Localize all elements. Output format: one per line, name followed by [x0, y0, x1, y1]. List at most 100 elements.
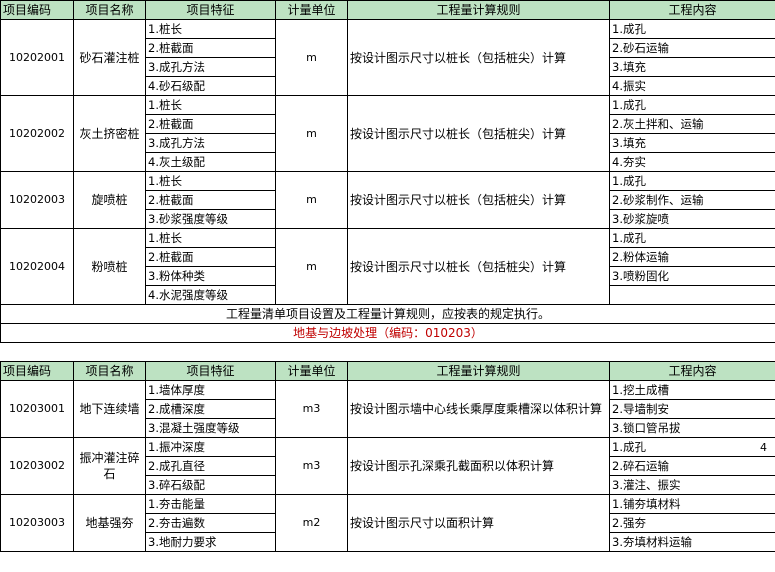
feature-cell: 3.成孔方法: [145, 133, 276, 153]
content-cell: 3.灌注、振实: [609, 475, 775, 495]
table-row: 10202003 旋喷桩 1.桩长 m 按设计图示尺寸以桩长（包括桩尖）计算 1.成孔: [0, 171, 775, 229]
content-cell: 1.挖土成槽: [609, 380, 775, 400]
content-cell: 1.成孔: [609, 437, 775, 457]
content-cell: 1.成孔: [609, 171, 775, 191]
item-code: 10202001: [0, 19, 74, 96]
table-row: 10203001 地下连续墙 1.墙体厚度 m3 按设计图示墙中心线长乘厚度乘槽深以体积…: [0, 380, 775, 438]
column-header: 工程量计算规则: [347, 361, 610, 381]
measure-unit: m3: [275, 380, 348, 438]
feature-cell: 1.墙体厚度: [145, 380, 276, 400]
table-row: 10202002 灰土挤密桩 1.桩长 m 按设计图示尺寸以桩长（包括桩尖）计算 1.成孔: [0, 95, 775, 172]
content-cell: 3.锁口管吊拔: [609, 418, 775, 438]
content-cell: 4.振实: [609, 76, 775, 96]
feature-cell: 3.砂浆强度等级: [145, 209, 276, 229]
feature-cell: 4.砂石级配: [145, 76, 276, 96]
feature-cell: 3.粉体种类: [145, 266, 276, 286]
table-row: 10203003 地基强夯 1.夯击能量 m2 按设计图示尺寸以面积计算 1.铺夯填材料: [0, 494, 775, 552]
content-cell: 2.砂浆制作、运输: [609, 190, 775, 210]
content-cell: 4.夯实: [609, 152, 775, 172]
feature-cell: 2.夯击遍数: [145, 513, 276, 533]
feature-cell: 2.桩截面: [145, 190, 276, 210]
content-cell: 1.成孔: [609, 228, 775, 248]
column-header: 工程内容: [609, 0, 775, 20]
item-name: 旋喷桩: [73, 171, 146, 229]
content-cell: 2.砂石运输: [609, 38, 775, 58]
content-cell: 2.粉体运输: [609, 247, 775, 267]
column-header: 项目编码: [0, 0, 74, 20]
measure-unit: m3: [275, 437, 348, 495]
item-code: 10202002: [0, 95, 74, 172]
calc-rule: 按设计图示尺寸以桩长（包括桩尖）计算: [347, 19, 610, 96]
item-code: 10202003: [0, 171, 74, 229]
feature-cell: 1.振冲深度: [145, 437, 276, 457]
blank-cell: [0, 342, 775, 362]
section-row: 地基与边坡处理（编码：010203）: [0, 323, 775, 343]
column-header: 工程量计算规则: [347, 0, 610, 20]
page-number: 4: [760, 441, 767, 454]
feature-cell: 1.夯击能量: [145, 494, 276, 514]
column-header: 计量单位: [275, 0, 348, 20]
feature-cell: 2.桩截面: [145, 38, 276, 58]
measure-unit: m: [275, 95, 348, 172]
calc-rule: 按设计图示尺寸以面积计算: [347, 494, 610, 552]
feature-cell: 4.水泥强度等级: [145, 285, 276, 305]
engineering-quantity-table: 项目编码 项目名称 项目特征 计量单位 工程量计算规则 工程内容 10202001 砂石灌注桩…: [0, 0, 775, 552]
note-text: 工程量清单项目设置及工程量计算规则，应按表的规定执行。: [0, 304, 775, 324]
content-cell: 2.强夯: [609, 513, 775, 533]
column-header: 项目特征: [145, 0, 276, 20]
item-name: 振冲灌注碎石: [73, 437, 146, 495]
column-header: 工程内容: [609, 361, 775, 381]
blank-row: [0, 342, 775, 362]
feature-cell: 4.灰土级配: [145, 152, 276, 172]
measure-unit: m2: [275, 494, 348, 552]
measure-unit: m: [275, 19, 348, 96]
item-name: 砂石灌注桩: [73, 19, 146, 96]
feature-cell: 1.桩长: [145, 171, 276, 191]
feature-cell: 3.地耐力要求: [145, 532, 276, 552]
feature-cell: 3.碎石级配: [145, 475, 276, 495]
column-header: 计量单位: [275, 361, 348, 381]
item-code: 10203003: [0, 494, 74, 552]
column-header: 项目编码: [0, 361, 74, 381]
content-cell: 3.填充: [609, 133, 775, 153]
item-name: 粉喷桩: [73, 228, 146, 305]
content-cell: 3.填充: [609, 57, 775, 77]
table-row: 10203002 振冲灌注碎石 1.振冲深度 m3 按设计图示孔深乘孔截面积以体积计算 1…: [0, 437, 775, 495]
table-row: 10202004 粉喷桩 1.桩长 m 按设计图示尺寸以桩长（包括桩尖）计算 1.成孔: [0, 228, 775, 305]
calc-rule: 按设计图示尺寸以桩长（包括桩尖）计算: [347, 228, 610, 305]
content-cell: 1.成孔: [609, 95, 775, 115]
content-cell: 2.导墙制安: [609, 399, 775, 419]
item-name: 灰土挤密桩: [73, 95, 146, 172]
calc-rule: 按设计图示尺寸以桩长（包括桩尖）计算: [347, 95, 610, 172]
column-header: 项目名称: [73, 361, 146, 381]
item-code: 10203002: [0, 437, 74, 495]
table-row: 10202001 砂石灌注桩 1.桩长 m 按设计图示尺寸以桩长（包括桩尖）计算 1.成孔: [0, 19, 775, 96]
content-cell: 2.碎石运输: [609, 456, 775, 476]
content-cell: 3.砂浆旋喷: [609, 209, 775, 229]
measure-unit: m: [275, 171, 348, 229]
column-header: 项目特征: [145, 361, 276, 381]
feature-cell: 1.桩长: [145, 228, 276, 248]
calc-rule: 按设计图示墙中心线长乘厚度乘槽深以体积计算: [347, 380, 610, 438]
content-cell: 3.喷粉固化: [609, 266, 775, 286]
calc-rule: 按设计图示孔深乘孔截面积以体积计算: [347, 437, 610, 495]
content-cell: [609, 285, 775, 305]
note-row: 工程量清单项目设置及工程量计算规则，应按表的规定执行。: [0, 304, 775, 324]
feature-cell: 1.桩长: [145, 19, 276, 39]
content-cell: 1.成孔: [609, 19, 775, 39]
feature-cell: 2.成槽深度: [145, 399, 276, 419]
header-row: 项目编码 项目名称 项目特征 计量单位 工程量计算规则 工程内容: [0, 361, 775, 381]
feature-cell: 2.桩截面: [145, 114, 276, 134]
column-header: 项目名称: [73, 0, 146, 20]
content-cell: 1.铺夯填材料: [609, 494, 775, 514]
calc-rule: 按设计图示尺寸以桩长（包括桩尖）计算: [347, 171, 610, 229]
section-title: 地基与边坡处理（编码：010203）: [0, 323, 775, 343]
item-name: 地基强夯: [73, 494, 146, 552]
measure-unit: m: [275, 228, 348, 305]
feature-cell: 3.混凝土强度等级: [145, 418, 276, 438]
content-cell: 3.夯填材料运输: [609, 532, 775, 552]
item-name: 地下连续墙: [73, 380, 146, 438]
feature-cell: 2.桩截面: [145, 247, 276, 267]
feature-cell: 1.桩长: [145, 95, 276, 115]
item-code: 10203001: [0, 380, 74, 438]
